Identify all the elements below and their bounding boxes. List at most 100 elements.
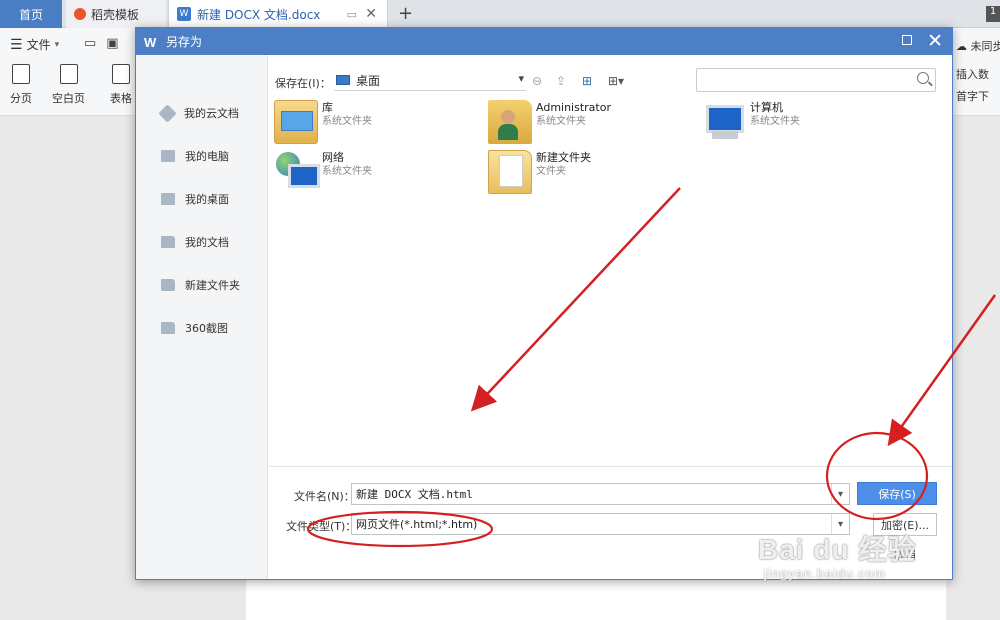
sync-label: 未同步 <box>971 40 1000 53</box>
sync-status[interactable]: ☁ 未同步 <box>956 38 1000 54</box>
file-menu-button[interactable]: ☰ 文件 ▾ <box>10 36 59 53</box>
file-item-network[interactable]: 网络系统文件夹 <box>274 150 372 194</box>
user-folder-icon <box>488 100 532 144</box>
insert-number-button[interactable]: 插入数 <box>956 66 989 82</box>
sidebar-item-label: 我的文档 <box>185 234 229 250</box>
table-button[interactable]: 表格 <box>110 64 132 106</box>
table-label: 表格 <box>110 90 132 106</box>
chevron-down-icon: ▾ <box>55 40 60 50</box>
wps-logo-icon: W <box>144 35 160 49</box>
tab-document[interactable]: W 新建 DOCX 文档.docx ▭ ✕ <box>168 0 388 28</box>
open-folder-icon[interactable]: ▭ <box>84 36 96 51</box>
dialog-titlebar[interactable]: W 另存为 ✕ <box>136 28 952 55</box>
save-icon[interactable]: ▣ <box>106 36 118 51</box>
file-item-library[interactable]: 库系统文件夹 <box>274 100 372 144</box>
new-folder-icon[interactable]: ⊞ <box>582 74 592 88</box>
chevron-down-icon[interactable]: ▾ <box>831 484 849 504</box>
word-doc-icon: W <box>177 7 191 21</box>
view-mode-icon[interactable]: ⊞▾ <box>608 74 624 88</box>
desktop-icon <box>161 193 175 205</box>
save-button[interactable]: 保存(S) <box>857 482 937 505</box>
sidebar-item-label: 360截图 <box>185 320 228 336</box>
daoke-logo-icon <box>74 8 86 20</box>
tab-daoke-templates[interactable]: 稻壳模板 <box>66 0 166 28</box>
baidu-watermark-url: jingyan.baidu.com <box>764 566 886 581</box>
filetype-value: 网页文件(*.html;*.htm) <box>356 516 477 532</box>
blank-page-icon <box>60 64 78 84</box>
file-name: 库 <box>322 100 372 115</box>
divider <box>269 466 952 467</box>
file-item-administrator[interactable]: Administrator系统文件夹 <box>488 100 611 144</box>
file-name: Administrator <box>536 100 611 115</box>
sidebar-item-cloud-docs[interactable]: 我的云文档 <box>161 105 239 121</box>
maximize-icon[interactable] <box>902 35 912 45</box>
cloud-icon: ☁ <box>956 40 967 53</box>
file-name: 计算机 <box>750 100 800 115</box>
sidebar-item-label: 我的电脑 <box>185 148 229 164</box>
save-in-select[interactable]: 桌面 ▾ <box>334 70 526 91</box>
tab-document-label: 新建 DOCX 文档.docx <box>197 6 320 23</box>
folder-icon <box>161 236 175 248</box>
up-folder-icon[interactable]: ⇪ <box>556 74 566 88</box>
dialog-title: 另存为 <box>166 33 202 50</box>
page-break-label: 分页 <box>10 90 32 106</box>
sidebar-item-label: 新建文件夹 <box>185 277 240 293</box>
computer-icon <box>702 100 746 144</box>
file-type: 系统文件夹 <box>536 115 611 129</box>
search-input[interactable] <box>696 68 936 92</box>
drop-cap-button[interactable]: 首字下 <box>956 88 989 104</box>
file-item-computer[interactable]: 计算机系统文件夹 <box>702 100 800 144</box>
sidebar-item-new-folder[interactable]: 新建文件夹 <box>161 277 240 293</box>
filename-field[interactable]: 新建 DOCX 文档.html ▾ <box>351 483 850 505</box>
sidebar-item-desktop[interactable]: 我的桌面 <box>161 191 229 207</box>
save-as-dialog: W 另存为 ✕ 我的云文档 我的电脑 我的桌面 我的文档 新建文件夹 360截图 <box>135 27 953 580</box>
tab-bar: 首页 稻壳模板 W 新建 DOCX 文档.docx ▭ ✕ + 1 <box>0 0 1000 28</box>
new-tab-button[interactable]: + <box>398 3 413 24</box>
back-icon[interactable]: ⊖ <box>532 74 542 88</box>
tab-count-badge: 1 <box>986 6 1000 22</box>
monitor-icon[interactable]: ▭ <box>347 8 357 21</box>
sidebar-item-360-screenshots[interactable]: 360截图 <box>161 320 228 336</box>
close-icon[interactable]: ✕ <box>927 30 943 52</box>
tab-home-label: 首页 <box>19 6 43 23</box>
network-icon <box>274 150 318 194</box>
save-in-label: 保存在(I)： <box>275 75 331 91</box>
menu-icon: ☰ <box>10 37 23 53</box>
file-item-new-folder[interactable]: 新建文件夹文件夹 <box>488 150 591 194</box>
quick-access: ▭ ▣ <box>84 36 119 51</box>
computer-icon <box>161 150 175 162</box>
filename-value: 新建 DOCX 文档.html <box>356 486 473 502</box>
file-name: 网络 <box>322 150 372 165</box>
file-name: 新建文件夹 <box>536 150 591 165</box>
save-in-value: 桌面 <box>356 72 380 89</box>
folder-icon <box>161 322 175 334</box>
tab-daoke-label: 稻壳模板 <box>91 6 139 23</box>
tab-home[interactable]: 首页 <box>0 0 62 28</box>
file-type: 文件夹 <box>536 165 591 179</box>
folder-icon <box>488 150 532 194</box>
blank-page-button[interactable]: 空白页 <box>52 64 85 106</box>
blank-page-label: 空白页 <box>52 90 85 106</box>
insert-number-label: 插入数 <box>956 68 989 81</box>
baidu-watermark: Bai du 经验 <box>758 528 916 568</box>
page-break-button[interactable]: 分页 <box>10 64 32 106</box>
sidebar-item-my-computer[interactable]: 我的电脑 <box>161 148 229 164</box>
dialog-sidebar: 我的云文档 我的电脑 我的桌面 我的文档 新建文件夹 360截图 <box>136 55 268 579</box>
sidebar-item-label: 我的云文档 <box>184 105 239 121</box>
table-icon <box>112 64 130 84</box>
document-page[interactable] <box>246 580 946 620</box>
file-type: 系统文件夹 <box>322 115 372 129</box>
sidebar-item-label: 我的桌面 <box>185 191 229 207</box>
desktop-icon <box>336 75 350 85</box>
file-menu-label: 文件 <box>27 36 51 53</box>
library-icon <box>274 100 318 144</box>
file-type: 系统文件夹 <box>322 165 372 179</box>
sidebar-item-documents[interactable]: 我的文档 <box>161 234 229 250</box>
close-tab-icon[interactable]: ✕ <box>365 6 377 22</box>
search-icon <box>917 72 929 84</box>
file-type: 系统文件夹 <box>750 115 800 129</box>
folder-icon <box>161 279 175 291</box>
drop-cap-label: 首字下 <box>956 90 989 103</box>
page-break-icon <box>12 64 30 84</box>
chevron-down-icon: ▾ <box>518 72 524 85</box>
